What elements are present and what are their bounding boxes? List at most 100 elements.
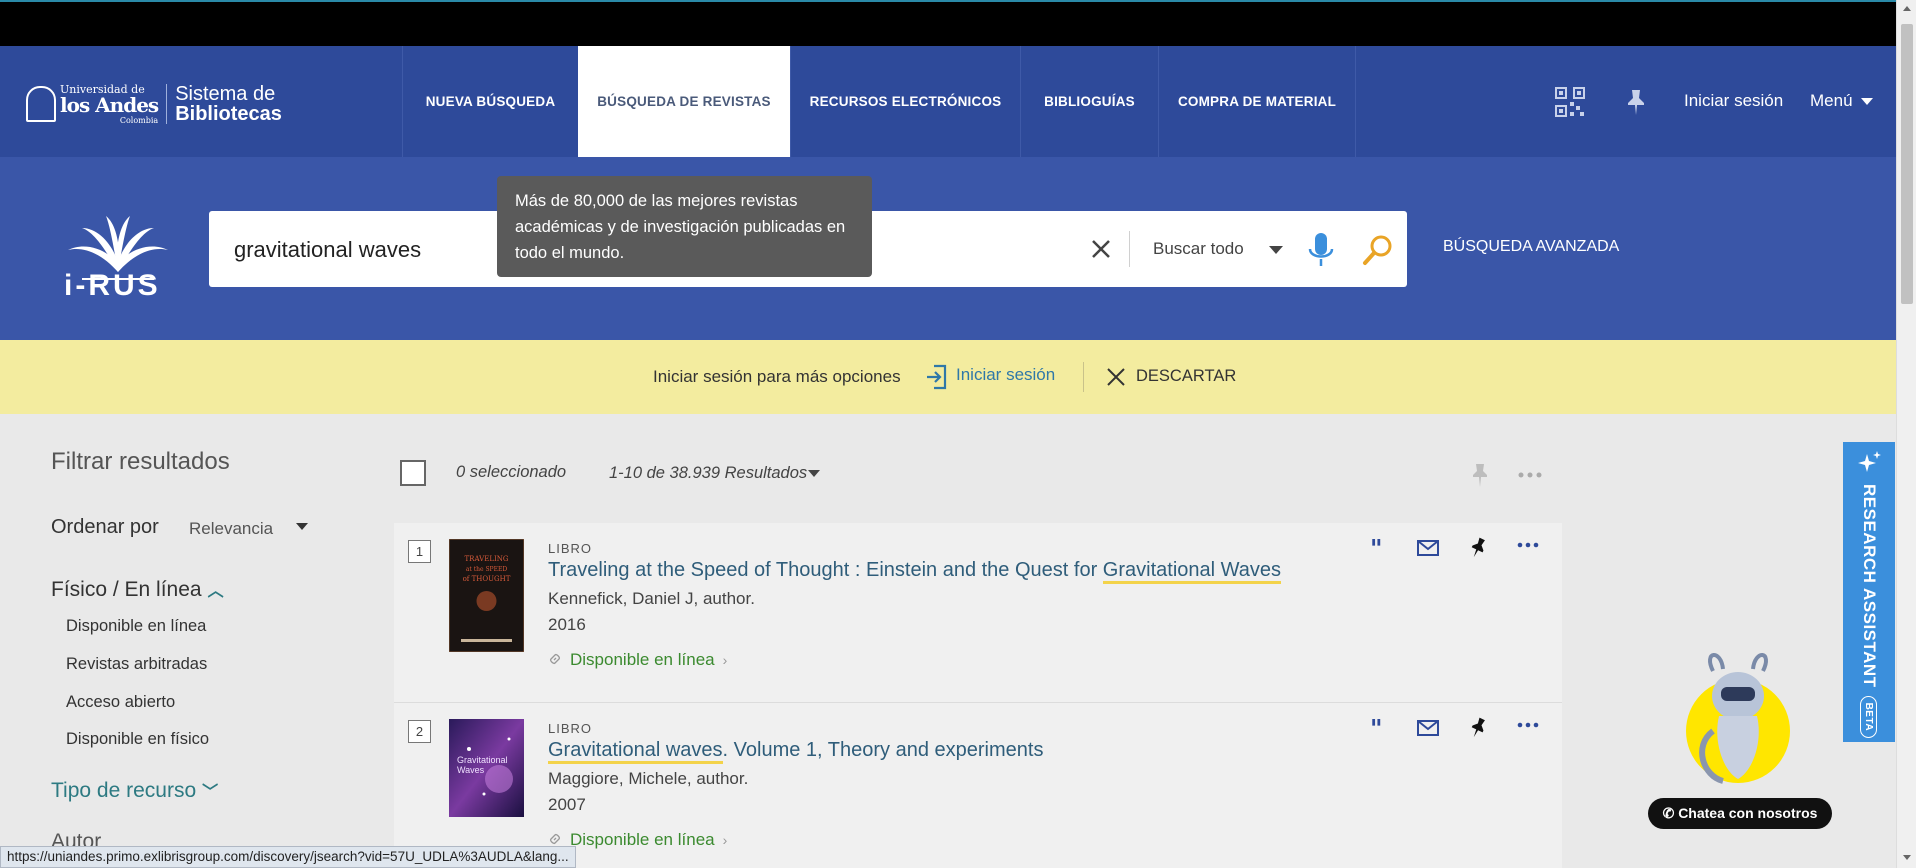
sort-select[interactable]: Relevancia — [189, 519, 273, 539]
svg-text:of THOUGHT: of THOUGHT — [463, 575, 511, 583]
facet-item-disponible-en-linea[interactable]: Disponible en línea — [66, 617, 206, 636]
svg-text:TRAVELING: TRAVELING — [465, 555, 509, 563]
chevron-up-icon: ︿ — [207, 583, 224, 600]
pin-icon[interactable] — [1470, 462, 1490, 488]
link-icon — [550, 654, 560, 664]
pin-icon[interactable] — [1466, 537, 1490, 559]
facet-item-revistas-arbitradas[interactable]: Revistas arbitradas — [66, 655, 207, 674]
result-year: 2007 — [548, 795, 586, 814]
chat-button[interactable]: ✆ Chatea con nosotros — [1648, 798, 1832, 829]
facet-item-acceso-abierto[interactable]: Acceso abierto — [66, 693, 175, 712]
email-icon[interactable] — [1416, 537, 1440, 559]
result-item[interactable]: 1 TRAVELING at the SPEED of THOUGHT LIBR… — [394, 523, 1562, 703]
result-number: 1 — [408, 540, 431, 563]
notice-signin-link[interactable]: Iniciar sesión — [956, 365, 1055, 385]
chatbot-avatar-image[interactable] — [1683, 651, 1793, 791]
more-options-icon[interactable] — [1516, 717, 1540, 739]
logo-university-big: los Andes — [60, 92, 159, 117]
select-all-checkbox[interactable] — [400, 460, 426, 486]
beta-badge: BETA — [1860, 695, 1877, 739]
facet-resource-type-label: Tipo de recurso — [51, 779, 197, 802]
chevron-down-icon[interactable] — [808, 470, 820, 477]
scroll-down-icon[interactable] — [1903, 855, 1911, 860]
menu-label: Menú — [1810, 91, 1853, 110]
search-scope-select[interactable]: Buscar todo — [1153, 239, 1244, 259]
result-type: LIBRO — [548, 541, 593, 556]
sparkle-icon — [1858, 451, 1881, 472]
uniandes-logo[interactable]: Universidad de los Andes Colombia Sistem… — [26, 82, 282, 126]
availability-text: Disponible en línea — [570, 830, 715, 849]
irus-brand: i-RUS — [64, 269, 161, 302]
close-icon[interactable] — [1089, 237, 1113, 261]
result-title-text: Traveling at the Speed of Thought : Eins… — [548, 559, 1103, 581]
link-icon — [550, 834, 560, 844]
more-options-icon[interactable] — [1516, 537, 1540, 559]
tooltip: Más de 80,000 de las mejores revistas ac… — [497, 176, 872, 277]
result-item[interactable]: 2 Gravitational Waves LIBRO Gravitationa… — [394, 703, 1562, 868]
chevron-right-icon: › — [722, 652, 728, 668]
svg-text:at the SPEED: at the SPEED — [466, 566, 508, 573]
dismiss-button[interactable]: DESCARTAR — [1136, 367, 1236, 386]
main-navbar: Universidad de los Andes Colombia Sistem… — [0, 46, 1896, 157]
email-icon[interactable] — [1416, 717, 1440, 739]
filter-title: Filtrar resultados — [51, 448, 230, 475]
scrollbar-thumb[interactable] — [1901, 24, 1913, 304]
chevron-right-icon: › — [722, 832, 728, 848]
advanced-search-link[interactable]: BÚSQUEDA AVANZADA — [1443, 238, 1619, 256]
result-title-highlight: Gravitational Waves — [1102, 559, 1282, 584]
scrollbar[interactable] — [1896, 0, 1916, 868]
tab-busqueda-de-revistas[interactable]: BÚSQUEDA DE REVISTAS — [578, 46, 790, 157]
close-icon[interactable] — [1106, 367, 1126, 387]
uniandes-logo-mark — [26, 86, 56, 122]
tab-nueva-busqueda[interactable]: NUEVA BÚSQUEDA — [402, 46, 578, 157]
facet-item-disponible-en-fisico[interactable]: Disponible en físico — [66, 730, 209, 749]
pin-icon[interactable] — [1466, 717, 1490, 739]
browser-top-bar — [0, 0, 1916, 46]
nav-tabs: NUEVA BÚSQUEDA BÚSQUEDA DE REVISTAS RECU… — [402, 46, 1356, 157]
availability-text: Disponible en línea — [570, 650, 715, 669]
facet-physical-online-label: Físico / En línea — [51, 578, 202, 601]
search-input[interactable]: gravitational waves — [234, 237, 421, 263]
logo-system-line2: Bibliotecas — [175, 103, 282, 125]
microphone-icon[interactable] — [1307, 231, 1335, 269]
notice-text: Iniciar sesión para más opciones — [653, 367, 901, 386]
tab-biblioguias[interactable]: BIBLIOGUÍAS — [1020, 46, 1158, 157]
facet-resource-type[interactable]: Tipo de recurso ﹀ — [51, 778, 218, 803]
chevron-down-icon: ﹀ — [202, 784, 219, 801]
search-icon[interactable] — [1361, 233, 1395, 267]
sort-label: Ordenar por — [51, 516, 159, 538]
chevron-down-icon[interactable] — [1269, 246, 1283, 254]
tab-compra-de-material[interactable]: COMPRA DE MATERIAL — [1158, 46, 1356, 157]
availability-link[interactable]: Disponible en línea › — [548, 650, 727, 670]
result-author: Maggiore, Michele, author. — [548, 769, 749, 788]
pin-icon[interactable] — [1624, 88, 1648, 116]
book-cover-image[interactable]: Gravitational Waves — [449, 719, 524, 817]
result-title[interactable]: Gravitational waves. Volume 1, Theory an… — [548, 739, 1043, 764]
chevron-down-icon — [1860, 98, 1873, 106]
login-icon[interactable] — [925, 364, 947, 390]
citation-icon[interactable]: " — [1366, 717, 1390, 739]
results-count[interactable]: 1-10 de 38.939 Resultados — [609, 464, 807, 483]
scroll-up-icon[interactable] — [1903, 6, 1911, 11]
status-bar-url: https://uniandes.primo.exlibrisgroup.com… — [0, 846, 576, 868]
search-band: i-RUS gravitational waves Buscar todo BÚ… — [0, 157, 1896, 340]
book-cover-image[interactable]: TRAVELING at the SPEED of THOUGHT — [449, 539, 524, 652]
more-options-icon[interactable] — [1518, 472, 1542, 478]
logo-divider — [166, 84, 168, 124]
result-title[interactable]: Traveling at the Speed of Thought : Eins… — [548, 559, 1282, 584]
signin-link[interactable]: Iniciar sesión — [1684, 91, 1783, 111]
menu-button[interactable]: Menú — [1810, 91, 1873, 111]
svg-text:": " — [1370, 537, 1383, 559]
tab-recursos-electronicos[interactable]: RECURSOS ELECTRÓNICOS — [790, 46, 1020, 157]
research-assistant-tab[interactable]: RESEARCH ASSISTANT BETA — [1843, 442, 1895, 742]
chat-label: Chatea con nosotros — [1678, 805, 1818, 821]
citation-icon[interactable]: " — [1366, 537, 1390, 559]
result-year: 2016 — [548, 615, 586, 634]
selected-count: 0 seleccionado — [456, 463, 567, 481]
whatsapp-icon: ✆ — [1662, 805, 1679, 821]
signin-notice-bar: Iniciar sesión para más opciones Iniciar… — [0, 340, 1896, 414]
facet-physical-online[interactable]: Físico / En línea ︿ — [51, 577, 224, 602]
qr-code-icon[interactable] — [1554, 86, 1586, 118]
logo-system-line1: Sistema de — [175, 83, 276, 105]
chevron-down-icon[interactable] — [296, 523, 308, 530]
